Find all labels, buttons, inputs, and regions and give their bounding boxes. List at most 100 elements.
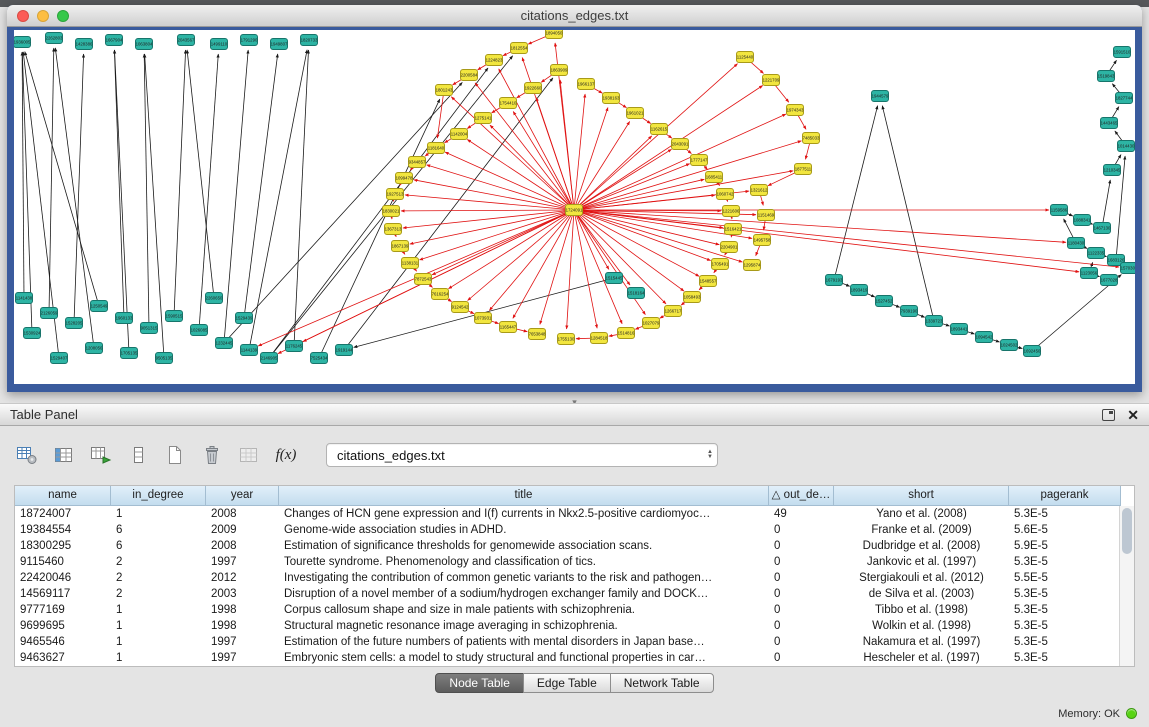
function-builder-button[interactable]: f(x) [273, 443, 299, 467]
graph-node[interactable]: 1863909 [551, 65, 568, 76]
graph-node[interactable]: 7939190 [901, 306, 918, 317]
graph-node[interactable]: 1224823 [486, 55, 503, 66]
graph-node[interactable]: 1428386 [76, 39, 93, 50]
column-header-pagerank[interactable]: pagerank [1009, 486, 1121, 506]
close-panel-button[interactable]: ✕ [1127, 408, 1139, 422]
graph-node[interactable]: 1529439 [236, 313, 253, 324]
graph-node[interactable]: 1791290 [241, 35, 258, 46]
graph-node[interactable]: 7616254 [432, 289, 449, 300]
graph-node[interactable]: 2262803 [46, 33, 63, 44]
graph-node[interactable]: 1514816 [618, 328, 635, 339]
graph-node[interactable]: 2204901 [721, 242, 738, 253]
citation-network-graph[interactable]: 1724091186390919661371922660193816317544… [14, 30, 1135, 384]
graph-node[interactable]: 1210345 [1104, 165, 1121, 176]
graph-node[interactable]: 1590515 [166, 311, 183, 322]
graph-node[interactable]: 1518164 [628, 288, 645, 299]
graph-node[interactable]: 7525434 [311, 353, 328, 364]
graph-node[interactable]: 9505135 [156, 353, 173, 364]
column-header-out_degree[interactable]: △ out_de… [769, 486, 834, 506]
graph-node[interactable]: 1685411 [706, 172, 723, 183]
graph-node[interactable]: 1321612 [751, 185, 768, 196]
graph-node[interactable]: 1142004 [451, 129, 468, 140]
column-header-title[interactable]: title [279, 486, 769, 506]
graph-node[interactable]: 1754410 [500, 98, 517, 109]
graph-node[interactable]: 1777147 [691, 155, 708, 166]
graph-node[interactable]: 1692450 [1024, 346, 1041, 357]
graph-node[interactable]: 2146905 [261, 353, 278, 364]
graph-node[interactable]: 1250549 [91, 301, 108, 312]
graph-node[interactable]: 1570306 [1121, 263, 1136, 274]
graph-node[interactable]: 1927513 [387, 189, 404, 200]
graph-node[interactable]: 1181640 [428, 143, 445, 154]
new-table-button[interactable] [162, 443, 188, 467]
graph-node[interactable]: 1151469 [758, 210, 775, 221]
graph-node[interactable]: 1548557 [700, 276, 717, 287]
graph-node[interactable]: 1176245 [286, 341, 303, 352]
graph-node[interactable]: 7872543 [415, 274, 432, 285]
graph-node[interactable]: 1221606 [723, 206, 740, 217]
graph-node[interactable]: 1144139 [241, 345, 258, 356]
graph-node[interactable]: 1099478 [396, 173, 413, 184]
column-header-name[interactable]: name [15, 486, 111, 506]
graph-node[interactable]: 1159586 [1051, 205, 1068, 216]
graph-node[interactable]: 1208056 [86, 343, 103, 354]
graph-node[interactable]: 1125440 [737, 52, 754, 63]
graph-node[interactable]: 1024502 [1001, 340, 1018, 351]
table-row[interactable]: 911546021997Tourette syndrome. Phenomeno… [15, 554, 1134, 570]
graph-node[interactable]: 7485033 [803, 133, 820, 144]
graph-node[interactable]: 2260650 [206, 293, 223, 304]
tab-edge-table[interactable]: Edge Table [523, 673, 611, 693]
graph-node[interactable]: 1467130 [1094, 223, 1111, 234]
graph-node[interactable]: 1679193 [826, 275, 843, 286]
graph-node[interactable]: 1367313 [385, 224, 402, 235]
graph-node[interactable]: 1058493 [684, 292, 701, 303]
tab-node-table[interactable]: Node Table [435, 673, 524, 693]
graph-node[interactable]: 2043091 [672, 139, 689, 150]
graph-node[interactable]: 1922660 [525, 83, 542, 94]
graph-node[interactable]: 1705491 [712, 259, 729, 270]
graph-node[interactable]: 2126059 [41, 308, 58, 319]
graph-node[interactable]: 1936005 [14, 37, 31, 48]
graph-node[interactable]: 1162615 [651, 124, 668, 135]
table-row[interactable]: 2242004622012Investigating the contribut… [15, 570, 1134, 586]
graph-node[interactable]: 1527452 [876, 296, 893, 307]
graph-node[interactable]: 1088341 [1074, 215, 1091, 226]
graph-node[interactable]: 1123056 [1081, 268, 1098, 279]
graph-node[interactable]: 1284518 [591, 333, 608, 344]
graph-node[interactable]: 1515445 [606, 273, 623, 284]
graph-node[interactable]: 1060742 [717, 189, 734, 200]
graph-node[interactable]: 1705135 [121, 348, 138, 359]
table-row[interactable]: 1456911722003Disruption of a novel membe… [15, 586, 1134, 602]
split-divider[interactable]: ▾ [0, 392, 1149, 403]
graph-node[interactable]: 1529407 [51, 353, 68, 364]
graph-node[interactable]: 9344857 [409, 157, 426, 168]
tab-network-table[interactable]: Network Table [610, 673, 714, 693]
column-header-in_degree[interactable]: in_degree [111, 486, 206, 506]
graph-node[interactable]: 1232445 [216, 338, 233, 349]
graph-node[interactable]: 1677028 [1101, 275, 1118, 286]
graph-node[interactable]: 1014430 [1118, 141, 1135, 152]
graph-node[interactable]: 1499110 [211, 39, 228, 50]
table-row[interactable]: 1938455462009Genome-wide association stu… [15, 522, 1134, 538]
graph-node[interactable]: 1867139 [392, 241, 409, 252]
table-row[interactable]: 1872400712008Changes of HCN gene express… [15, 506, 1134, 522]
network-canvas[interactable]: 1724091186390919661371922660193816317544… [14, 30, 1135, 384]
graph-node[interactable]: 1755130 [558, 334, 575, 345]
add-column-button[interactable] [88, 443, 114, 467]
graph-node[interactable]: 1141438 [16, 293, 33, 304]
graph-node[interactable]: 1591510 [1114, 47, 1131, 58]
graph-node[interactable]: 1443465 [1101, 118, 1118, 129]
scrollbar-thumb[interactable] [1122, 508, 1132, 554]
graph-node[interactable]: 1944579 [872, 91, 889, 102]
graph-node[interactable]: 1830021 [383, 206, 400, 217]
column-header-short[interactable]: short [834, 486, 1009, 506]
graph-node[interactable]: 1960133 [116, 313, 133, 324]
graph-node[interactable]: 1266717 [665, 306, 682, 317]
table-row[interactable]: 977716911998Corpus callosum shape and si… [15, 602, 1134, 618]
graph-node[interactable]: 1966137 [578, 79, 595, 90]
graph-node[interactable]: 9124542 [452, 302, 469, 313]
graph-node[interactable]: 1026085 [191, 325, 208, 336]
graph-node[interactable]: 7653848 [529, 329, 546, 340]
table-row[interactable]: 946362711997Embryonic stem cells: a mode… [15, 650, 1134, 666]
table-select-dropdown[interactable]: citations_edges.txt ▲▼ [326, 443, 718, 467]
